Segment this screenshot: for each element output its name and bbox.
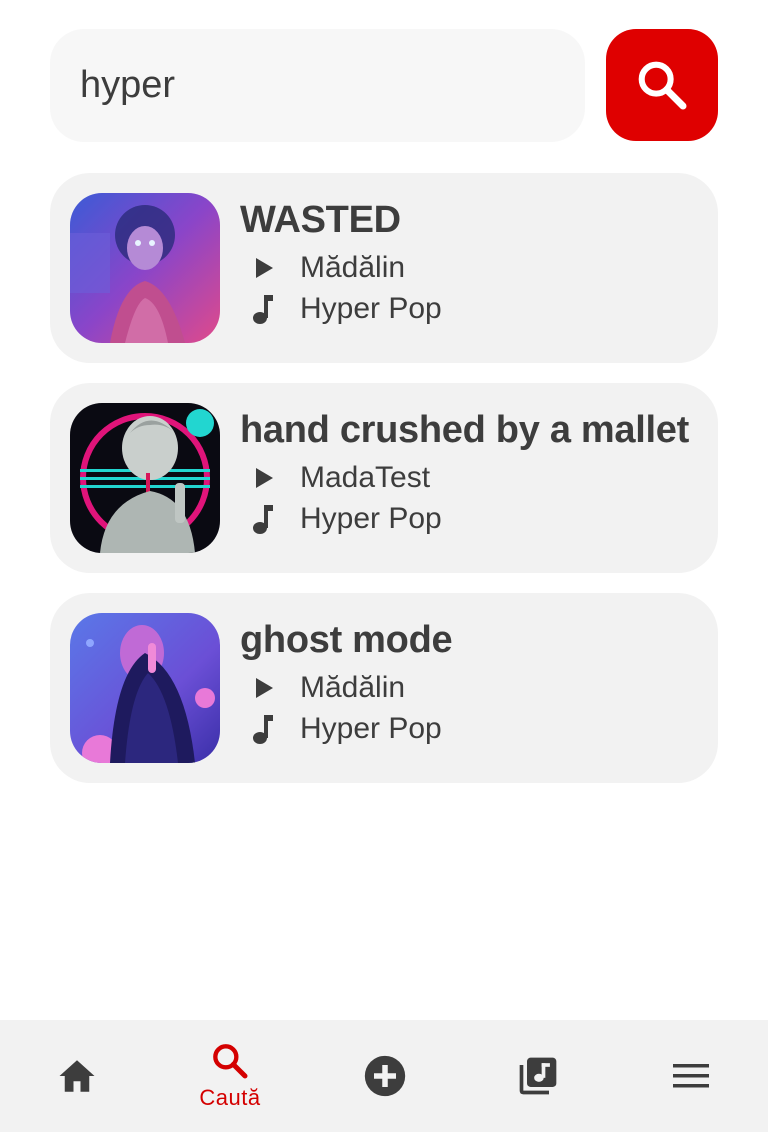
genre-name: Hyper Pop	[300, 712, 442, 745]
list-item[interactable]: WASTED Mădălin Hyper Pop	[50, 173, 718, 363]
artist-row: Mădălin	[246, 670, 405, 706]
nav-item-add[interactable]	[330, 1020, 440, 1132]
search-input[interactable]	[80, 29, 570, 142]
play-icon	[246, 670, 282, 706]
library-music-icon	[519, 1057, 557, 1095]
album-cover	[70, 403, 220, 553]
list-item[interactable]: hand crushed by a mallet MadaTest Hyper …	[50, 383, 718, 573]
nav-item-home[interactable]	[22, 1020, 132, 1132]
nav-item-menu[interactable]	[636, 1020, 746, 1132]
music-note-icon	[246, 711, 282, 747]
nav-label-search: Caută	[199, 1085, 261, 1110]
add-circle-icon	[364, 1055, 406, 1097]
artist-row: MadaTest	[246, 460, 430, 496]
artist-name: Mădălin	[300, 251, 406, 284]
nav-item-search[interactable]: Caută	[175, 1020, 285, 1132]
search-button[interactable]	[606, 29, 718, 141]
home-icon	[59, 1060, 95, 1092]
song-title: WASTED	[240, 199, 401, 241]
results-list: WASTED Mădălin Hyper Pop hand crushed by…	[50, 173, 718, 803]
genre-row: Hyper Pop	[246, 711, 442, 747]
artist-row: Mădălin	[246, 250, 405, 286]
bottom-nav: Caută	[0, 1020, 768, 1132]
app-root: WASTED Mădălin Hyper Pop	[0, 0, 768, 1132]
album-cover	[70, 613, 220, 763]
search-bar	[50, 29, 718, 142]
search-icon	[638, 61, 687, 110]
song-title: ghost mode	[240, 619, 453, 661]
play-icon	[246, 250, 282, 286]
genre-row: Hyper Pop	[246, 291, 442, 327]
genre-name: Hyper Pop	[300, 292, 442, 325]
nav-item-library[interactable]	[483, 1020, 593, 1132]
album-cover	[70, 193, 220, 343]
music-note-icon	[246, 291, 282, 327]
music-note-icon	[246, 501, 282, 537]
artist-name: Mădălin	[300, 671, 406, 704]
song-title: hand crushed by a mallet	[240, 409, 689, 451]
menu-icon	[673, 1064, 709, 1088]
search-input-container[interactable]	[50, 29, 585, 142]
genre-row: Hyper Pop	[246, 501, 442, 537]
artist-name: MadaTest	[300, 461, 431, 494]
search-icon	[213, 1044, 248, 1079]
genre-name: Hyper Pop	[300, 502, 442, 535]
list-item[interactable]: ghost mode Mădălin Hyper Pop	[50, 593, 718, 783]
play-icon	[246, 460, 282, 496]
